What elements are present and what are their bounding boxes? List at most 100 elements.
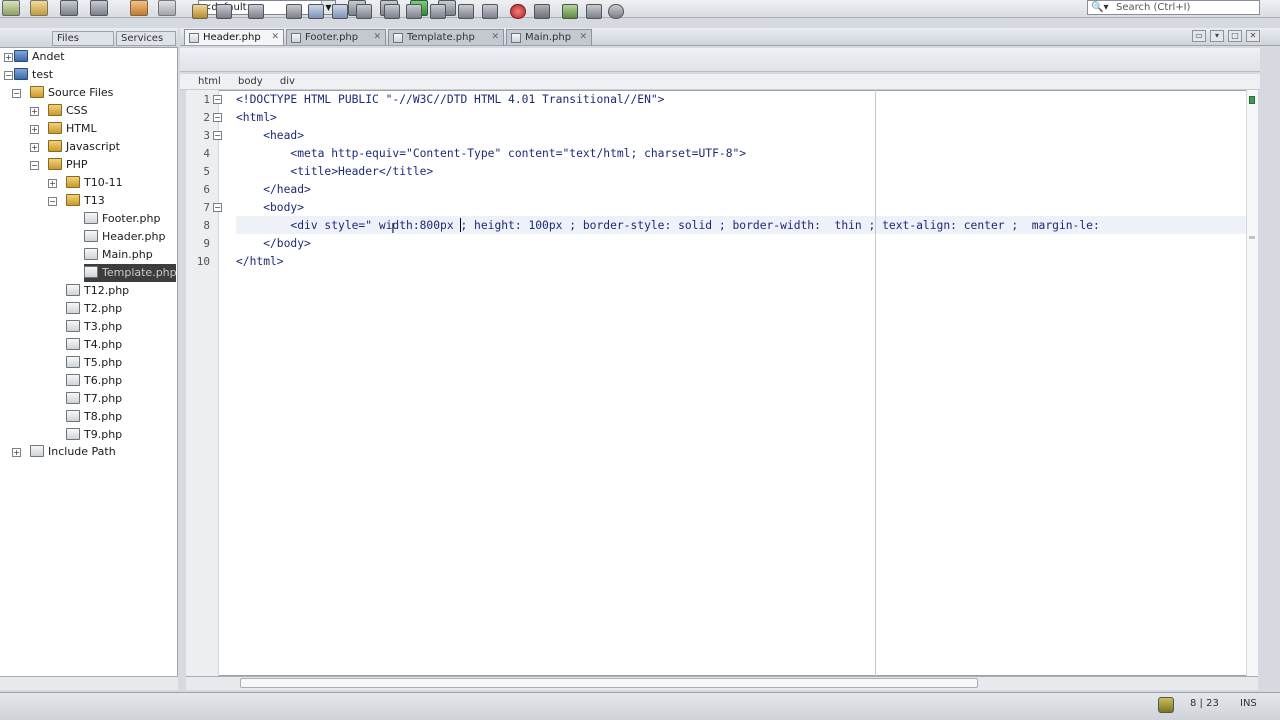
breadcrumb-item-body[interactable]: body: [238, 76, 263, 87]
collapse-icon[interactable]: −: [12, 89, 21, 98]
breadcrumb-item-div[interactable]: div: [280, 76, 295, 87]
tree-item-t3-php[interactable]: T3.php: [66, 318, 122, 336]
code-line-current[interactable]: <div style=" width:800px ; height: 100px…: [236, 217, 1246, 235]
find-icon[interactable]: [286, 4, 302, 19]
tree-item-t9-php[interactable]: T9.php: [66, 426, 122, 444]
tree-item-t6-php[interactable]: T6.php: [66, 372, 122, 390]
shift-left-icon[interactable]: [458, 4, 474, 19]
save-all-icon[interactable]: [90, 0, 108, 16]
restore-window-icon[interactable]: ▭: [1192, 30, 1206, 42]
fold-toggle-icon[interactable]: −: [213, 95, 222, 104]
tab-footer-php[interactable]: Footer.php ✕: [286, 29, 386, 45]
expander-icon[interactable]: +: [4, 53, 13, 62]
tree-item-header-php[interactable]: Header.php: [84, 228, 165, 246]
redo-icon[interactable]: [158, 0, 176, 16]
check-file-icon[interactable]: [608, 4, 624, 19]
code-line[interactable]: </head>: [236, 181, 311, 199]
expander-icon[interactable]: +: [30, 125, 39, 134]
maximize-icon[interactable]: □: [1228, 30, 1242, 42]
find-next-icon[interactable]: [332, 4, 348, 19]
tab-services[interactable]: Services: [116, 31, 176, 46]
tree-item-andet[interactable]: Andet: [14, 48, 65, 66]
notification-icon[interactable]: [1158, 697, 1174, 713]
stop-macro-icon[interactable]: [534, 4, 550, 19]
tree-item-include-path[interactable]: Include Path: [30, 443, 116, 461]
toggle-highlight-icon[interactable]: [356, 4, 372, 19]
tab-main-php[interactable]: Main.php ✕: [506, 29, 592, 45]
code-line[interactable]: <!DOCTYPE HTML PUBLIC "-//W3C//DTD HTML …: [236, 91, 664, 109]
code-line[interactable]: <body>: [236, 199, 304, 217]
tree-item-css[interactable]: CSS: [48, 102, 88, 120]
new-file-icon[interactable]: [2, 0, 20, 16]
project-panel-scrollbar[interactable]: [0, 676, 178, 690]
expander-icon[interactable]: +: [30, 107, 39, 116]
tree-item-html[interactable]: HTML: [48, 120, 97, 138]
tab-header-php[interactable]: Header.php ✕: [184, 29, 284, 45]
toggle-bookmark-icon[interactable]: [430, 4, 446, 19]
editor-toolbar: [180, 48, 1260, 72]
undo-icon[interactable]: [130, 0, 148, 16]
shift-right-icon[interactable]: [482, 4, 498, 19]
last-edit-icon[interactable]: [216, 4, 232, 19]
search-placeholder: Search (Ctrl+I): [1116, 2, 1191, 13]
tree-item-php[interactable]: PHP: [48, 156, 88, 174]
collapse-icon[interactable]: −: [48, 197, 57, 206]
search-input[interactable]: 🔍▾ Search (Ctrl+I): [1087, 0, 1260, 15]
previous-bookmark-icon[interactable]: [384, 4, 400, 19]
expander-icon[interactable]: +: [12, 448, 21, 457]
tree-item-javascript[interactable]: Javascript: [48, 138, 120, 156]
tree-item-t8-php[interactable]: T8.php: [66, 408, 122, 426]
comment-icon[interactable]: [562, 4, 578, 19]
error-stripe[interactable]: [1246, 90, 1258, 676]
code-line[interactable]: <meta http-equiv="Content-Type" content=…: [236, 145, 746, 163]
close-window-icon[interactable]: ✕: [1246, 30, 1260, 42]
folder-icon: [66, 194, 80, 206]
expander-icon[interactable]: +: [48, 179, 57, 188]
tree-item-template-php[interactable]: Template.php: [84, 264, 177, 282]
tree-item-test[interactable]: test: [14, 66, 53, 84]
code-line[interactable]: <html>: [236, 109, 277, 127]
new-project-icon[interactable]: [30, 0, 48, 16]
source-history-icon[interactable]: [192, 4, 208, 19]
fold-toggle-icon[interactable]: −: [213, 203, 222, 212]
tree-item-t7-php[interactable]: T7.php: [66, 390, 122, 408]
tree-item-t10-11[interactable]: T10-11: [66, 174, 123, 192]
code-line[interactable]: <title>Header</title>: [236, 163, 433, 181]
file-icon: [66, 356, 80, 368]
start-macro-icon[interactable]: [510, 4, 526, 19]
collapse-icon[interactable]: −: [4, 71, 13, 80]
code-line[interactable]: </body>: [236, 235, 311, 253]
next-bookmark-icon[interactable]: [406, 4, 422, 19]
collapse-icon[interactable]: −: [30, 161, 39, 170]
close-icon[interactable]: ✕: [271, 30, 279, 45]
open-project-icon[interactable]: [60, 0, 78, 16]
tree-item-t2-php[interactable]: T2.php: [66, 300, 122, 318]
line-number: 4: [203, 147, 210, 160]
editor-tab-bar: Header.php ✕ Footer.php ✕ Template.php ✕ Ma…: [180, 28, 1280, 46]
tree-item-t13[interactable]: T13: [66, 192, 105, 210]
document-list-icon[interactable]: ▾: [1210, 30, 1224, 42]
breadcrumb-item-html[interactable]: html: [198, 76, 221, 87]
text-caret: [460, 218, 461, 232]
folder-icon: [30, 86, 44, 98]
tree-item-t4-php[interactable]: T4.php: [66, 336, 122, 354]
tree-item-t5-php[interactable]: T5.php: [66, 354, 122, 372]
tab-template-php[interactable]: Template.php ✕: [388, 29, 504, 45]
code-line[interactable]: <head>: [236, 127, 304, 145]
uncomment-icon[interactable]: [586, 4, 602, 19]
back-icon[interactable]: [248, 4, 264, 19]
close-icon[interactable]: ✕: [373, 30, 381, 45]
tab-files[interactable]: Files: [52, 31, 114, 46]
tree-item-source-files[interactable]: Source Files: [30, 84, 113, 102]
close-icon[interactable]: ✕: [491, 30, 499, 45]
find-previous-icon[interactable]: [308, 4, 324, 19]
close-icon[interactable]: ✕: [579, 30, 587, 45]
fold-toggle-icon[interactable]: −: [213, 113, 222, 122]
fold-toggle-icon[interactable]: −: [213, 131, 222, 140]
tree-item-main-php[interactable]: Main.php: [84, 246, 153, 264]
tree-item-footer-php[interactable]: Footer.php: [84, 210, 160, 228]
scrollbar-thumb[interactable]: [240, 678, 978, 688]
tree-item-t12-php[interactable]: T12.php: [66, 282, 129, 300]
expander-icon[interactable]: +: [30, 143, 39, 152]
code-line[interactable]: </html>: [236, 253, 284, 271]
